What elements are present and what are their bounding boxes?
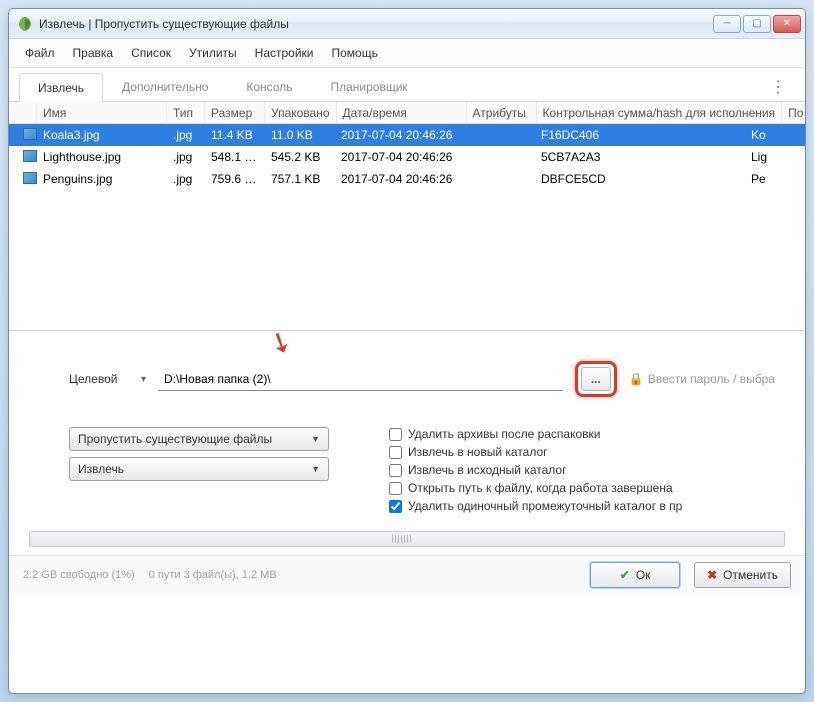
cross-icon: ✖ [707, 568, 717, 582]
image-file-icon [23, 128, 37, 140]
cell-packed: 545.2 KB [265, 150, 335, 164]
check-icon: ✔ [620, 568, 630, 582]
grid-empty-space [9, 190, 805, 330]
image-file-icon [23, 150, 37, 162]
annotation-highlight: ... [575, 361, 617, 397]
cell-date: 2017-07-04 20:46:26 [335, 150, 465, 164]
menu-list[interactable]: Список [123, 43, 179, 63]
cell-name: Koala3.jpg [37, 128, 167, 142]
form-area: ➘ Целевой ▾ ... 🔒 Ввести пароль / выбра … [9, 331, 805, 523]
titlebar: Извлечь | Пропустить существующие файлы … [9, 9, 805, 39]
image-file-icon [23, 172, 37, 184]
tab-console[interactable]: Консоль [227, 72, 311, 101]
cell-hash: F16DC406 [535, 128, 745, 142]
chevron-down-icon: ▼ [311, 464, 320, 474]
col-po[interactable]: По [782, 102, 806, 123]
cell-hash: 5CB7A2A3 [535, 150, 745, 164]
chevron-down-icon[interactable]: ▾ [141, 374, 146, 385]
window-buttons: ─ ▢ ✕ [713, 15, 801, 33]
tab-overflow-icon[interactable]: ⋮ [762, 77, 795, 97]
cell-size: 759.6 KB [205, 172, 265, 186]
horizontal-scrollbar[interactable] [29, 531, 785, 547]
table-row[interactable]: Lighthouse.jpg.jpg548.1 KB545.2 KB2017-0… [9, 146, 805, 168]
tab-advanced[interactable]: Дополнительно [103, 72, 227, 101]
chevron-down-icon: ▼ [311, 434, 320, 444]
col-hash[interactable]: Контрольная сумма/hash для исполнения [537, 102, 783, 123]
cell-po: Ko [745, 128, 775, 142]
table-row[interactable]: Koala3.jpg.jpg11.4 KB11.0 KB2017-07-04 2… [9, 124, 805, 146]
cell-packed: 757.1 KB [265, 172, 335, 186]
col-attr[interactable]: Атрибуты [467, 102, 537, 123]
status-bar: 2.2 GB свободно (1%) 0 пути 3 файл(ы), 1… [9, 555, 805, 594]
target-row: ➘ Целевой ▾ ... 🔒 Ввести пароль / выбра [69, 361, 775, 397]
menu-edit[interactable]: Правка [65, 43, 122, 63]
cell-hash: DBFCE5CD [535, 172, 745, 186]
check-new-folder[interactable]: Извлечь в новый каталог [389, 445, 682, 459]
cell-po: Lig [745, 150, 775, 164]
status-file-info: 0 пути 3 файл(ы), 1.2 MB [149, 569, 277, 581]
target-path-input[interactable] [158, 368, 563, 391]
cell-type: .jpg [167, 172, 205, 186]
minimize-button[interactable]: ─ [713, 15, 741, 33]
overwrite-mode-dropdown[interactable]: Пропустить существующие файлы ▼ [69, 427, 329, 451]
window-title: Извлечь | Пропустить существующие файлы [39, 17, 713, 31]
tab-bar: Извлечь Дополнительно Консоль Планировщи… [9, 68, 805, 102]
col-packed[interactable]: Упаковано [265, 102, 337, 123]
col-date[interactable]: Дата/время [337, 102, 467, 123]
cell-type: .jpg [167, 150, 205, 164]
cell-size: 548.1 KB [205, 150, 265, 164]
check-open-path[interactable]: Открыть путь к файлу, когда работа завер… [389, 481, 682, 495]
menu-help[interactable]: Помощь [324, 43, 386, 63]
cell-date: 2017-07-04 20:46:26 [335, 172, 465, 186]
menu-utils[interactable]: Утилиты [181, 43, 245, 63]
lock-icon: 🔒 [629, 372, 644, 386]
cell-packed: 11.0 KB [265, 128, 335, 142]
check-delete-intermediate[interactable]: Удалить одиночный промежуточный каталог … [389, 499, 682, 513]
menu-file[interactable]: Файл [17, 43, 63, 63]
cell-name: Lighthouse.jpg [37, 150, 167, 164]
cell-size: 11.4 KB [205, 128, 265, 142]
grid-header: Имя Тип Размер Упаковано Дата/время Атри… [9, 102, 805, 124]
tab-scheduler[interactable]: Планировщик [311, 72, 426, 101]
password-link[interactable]: 🔒 Ввести пароль / выбра [629, 372, 775, 386]
browse-button[interactable]: ... [581, 367, 611, 391]
col-size[interactable]: Размер [205, 102, 265, 123]
cell-date: 2017-07-04 20:46:26 [335, 128, 465, 142]
check-delete-archives[interactable]: Удалить архивы после распаковки [389, 427, 682, 441]
action-dropdown[interactable]: Извлечь ▼ [69, 457, 329, 481]
maximize-button[interactable]: ▢ [743, 15, 771, 33]
menu-settings[interactable]: Настройки [247, 43, 322, 63]
menu-bar: Файл Правка Список Утилиты Настройки Пом… [9, 39, 805, 68]
ok-button[interactable]: ✔ Ок [590, 562, 680, 588]
cell-name: Penguins.jpg [37, 172, 167, 186]
cell-po: Pe [745, 172, 775, 186]
file-grid: Имя Тип Размер Упаковано Дата/время Атри… [9, 102, 805, 330]
app-icon [17, 16, 33, 32]
col-type[interactable]: Тип [167, 102, 205, 123]
col-name[interactable]: Имя [37, 102, 167, 123]
extract-window: Извлечь | Пропустить существующие файлы … [8, 8, 806, 694]
options-row: Пропустить существующие файлы ▼ Извлечь … [69, 427, 775, 513]
tab-extract[interactable]: Извлечь [19, 73, 103, 102]
target-label: Целевой [69, 372, 129, 386]
status-free-space: 2.2 GB свободно (1%) [23, 569, 135, 581]
close-button[interactable]: ✕ [773, 15, 801, 33]
cancel-button[interactable]: ✖ Отменить [694, 562, 791, 588]
cell-type: .jpg [167, 128, 205, 142]
check-source-folder[interactable]: Извлечь в исходный каталог [389, 463, 682, 477]
table-row[interactable]: Penguins.jpg.jpg759.6 KB757.1 KB2017-07-… [9, 168, 805, 190]
